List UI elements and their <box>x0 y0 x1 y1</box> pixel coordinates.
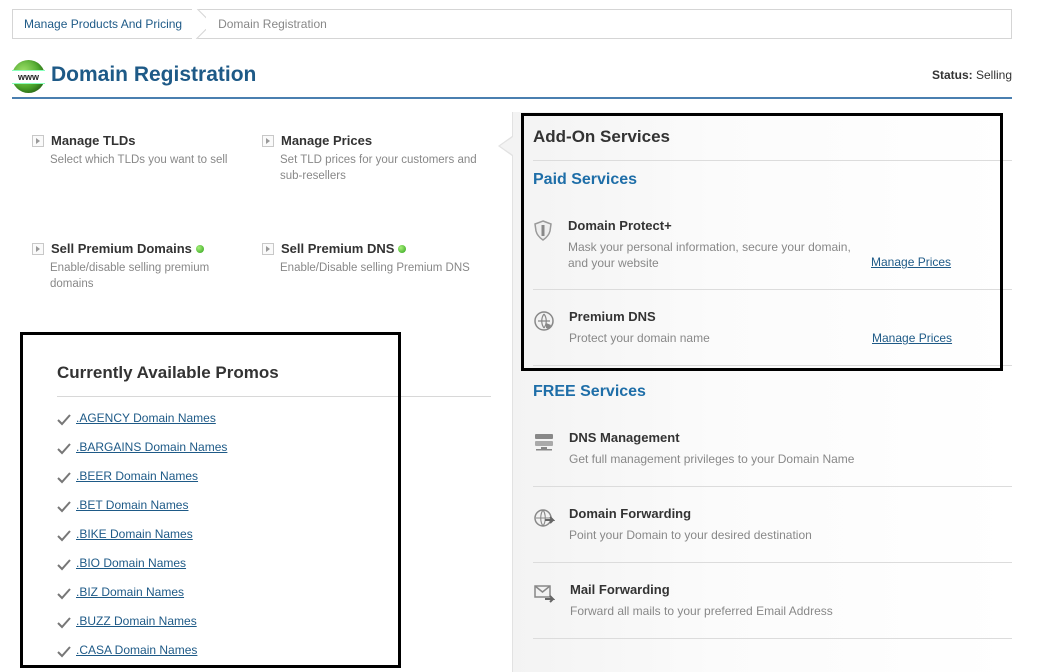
feature-sell-premium-dns[interactable]: Sell Premium DNS Enable/Disable selling … <box>262 241 472 276</box>
list-item: .BET Domain Names <box>57 498 227 527</box>
free-services-title: FREE Services <box>533 383 646 400</box>
promo-link[interactable]: .BARGAINS Domain Names <box>76 440 227 454</box>
www-globe-icon: www <box>12 60 45 93</box>
feature-manage-prices[interactable]: Manage Prices Set TLD prices for your cu… <box>262 133 482 184</box>
page-title: Domain Registration <box>51 63 257 86</box>
divider <box>533 486 1012 487</box>
promo-link[interactable]: .BIO Domain Names <box>76 556 186 570</box>
feature-title[interactable]: Sell Premium DNS <box>281 241 394 256</box>
checkmark-icon <box>57 472 71 484</box>
list-item: .BUZZ Domain Names <box>57 614 227 643</box>
premium-dns-shield-icon <box>534 311 554 331</box>
divider <box>533 638 1012 639</box>
service-title: DNS Management <box>569 430 680 445</box>
breadcrumb-link-manage-products[interactable]: Manage Products And Pricing <box>13 17 192 31</box>
checkmark-icon <box>57 588 71 600</box>
service-title: Domain Protect+ <box>568 218 672 233</box>
feature-desc: Enable/Disable selling Premium DNS <box>280 262 470 274</box>
promo-link[interactable]: .CASA Domain Names <box>76 643 197 657</box>
service-desc: Get full management privileges to your D… <box>569 452 855 466</box>
list-item: .BARGAINS Domain Names <box>57 440 227 469</box>
list-item: .BIKE Domain Names <box>57 527 227 556</box>
arrow-right-icon <box>32 242 44 255</box>
list-item: .BIZ Domain Names <box>57 585 227 614</box>
divider <box>533 160 1012 161</box>
service-desc: Forward all mails to your preferred Emai… <box>570 604 833 618</box>
premium-dns-manage-prices-link[interactable]: Manage Prices <box>872 331 952 345</box>
promo-link[interactable]: .BIZ Domain Names <box>76 585 184 599</box>
divider <box>533 289 1012 290</box>
feature-desc: Set TLD prices for your customers and su… <box>280 154 477 182</box>
list-item: .BEER Domain Names <box>57 469 227 498</box>
breadcrumb: Manage Products And Pricing Domain Regis… <box>12 9 1012 39</box>
status-indicator: Status: Selling <box>932 68 1012 82</box>
page-header: www Domain Registration Status: Selling <box>12 60 1012 100</box>
feature-title[interactable]: Manage TLDs <box>51 133 136 148</box>
header-divider <box>12 97 1012 99</box>
active-status-icon <box>398 244 407 253</box>
promo-link[interactable]: .BET Domain Names <box>76 498 188 512</box>
promo-link[interactable]: .BUZZ Domain Names <box>76 614 197 628</box>
checkmark-icon <box>57 443 71 455</box>
feature-desc: Enable/disable selling premium domains <box>50 262 210 290</box>
promo-link[interactable]: .AGENCY Domain Names <box>76 411 216 425</box>
arrow-right-icon <box>32 134 44 147</box>
panel-pointer-inner <box>500 137 513 155</box>
checkmark-icon <box>57 646 71 658</box>
service-title: Mail Forwarding <box>570 582 670 597</box>
checkmark-icon <box>57 501 71 513</box>
promo-link[interactable]: .BEER Domain Names <box>76 469 198 483</box>
service-title: Domain Forwarding <box>569 506 692 521</box>
server-icon <box>535 434 553 451</box>
service-title: Premium DNS <box>569 309 656 324</box>
checkmark-icon <box>57 617 71 629</box>
breadcrumb-current: Domain Registration <box>218 17 327 31</box>
promo-list: .AGENCY Domain Names .BARGAINS Domain Na… <box>57 411 227 672</box>
checkmark-icon <box>57 530 71 542</box>
mail-forward-icon <box>534 585 555 603</box>
paid-services-title: Paid Services <box>533 171 638 188</box>
feature-manage-tlds[interactable]: Manage TLDs Select which TLDs you want t… <box>32 133 247 168</box>
status-value: Selling <box>975 68 1012 82</box>
shield-icon <box>534 220 552 241</box>
arrow-right-icon <box>262 242 274 255</box>
promos-divider <box>57 396 491 397</box>
service-desc: Point your Domain to your desired destin… <box>569 528 812 542</box>
checkmark-icon <box>57 414 71 426</box>
divider <box>533 562 1012 563</box>
arrow-right-icon <box>262 134 274 147</box>
globe-label: www <box>12 70 45 84</box>
divider <box>533 365 1012 366</box>
breadcrumb-separator-icon <box>192 9 206 39</box>
addon-services-title: Add-On Services <box>533 127 670 146</box>
service-desc: Mask your personal information, secure y… <box>568 240 851 270</box>
active-status-icon <box>195 244 204 253</box>
list-item: .AGENCY Domain Names <box>57 411 227 440</box>
status-label: Status: <box>931 68 973 82</box>
domain-protect-manage-prices-link[interactable]: Manage Prices <box>871 255 951 269</box>
service-desc: Protect your domain name <box>569 331 710 345</box>
promos-title: Currently Available Promos <box>57 363 279 382</box>
checkmark-icon <box>57 559 71 571</box>
forward-globe-icon <box>534 509 555 527</box>
feature-desc: Select which TLDs you want to sell <box>50 154 228 166</box>
list-item: .CASA Domain Names <box>57 643 227 672</box>
feature-sell-premium-domains[interactable]: Sell Premium Domains Enable/disable sell… <box>32 241 232 292</box>
promo-link[interactable]: .BIKE Domain Names <box>76 527 193 541</box>
feature-title[interactable]: Manage Prices <box>281 133 372 148</box>
feature-title[interactable]: Sell Premium Domains <box>51 241 192 256</box>
list-item: .BIO Domain Names <box>57 556 227 585</box>
